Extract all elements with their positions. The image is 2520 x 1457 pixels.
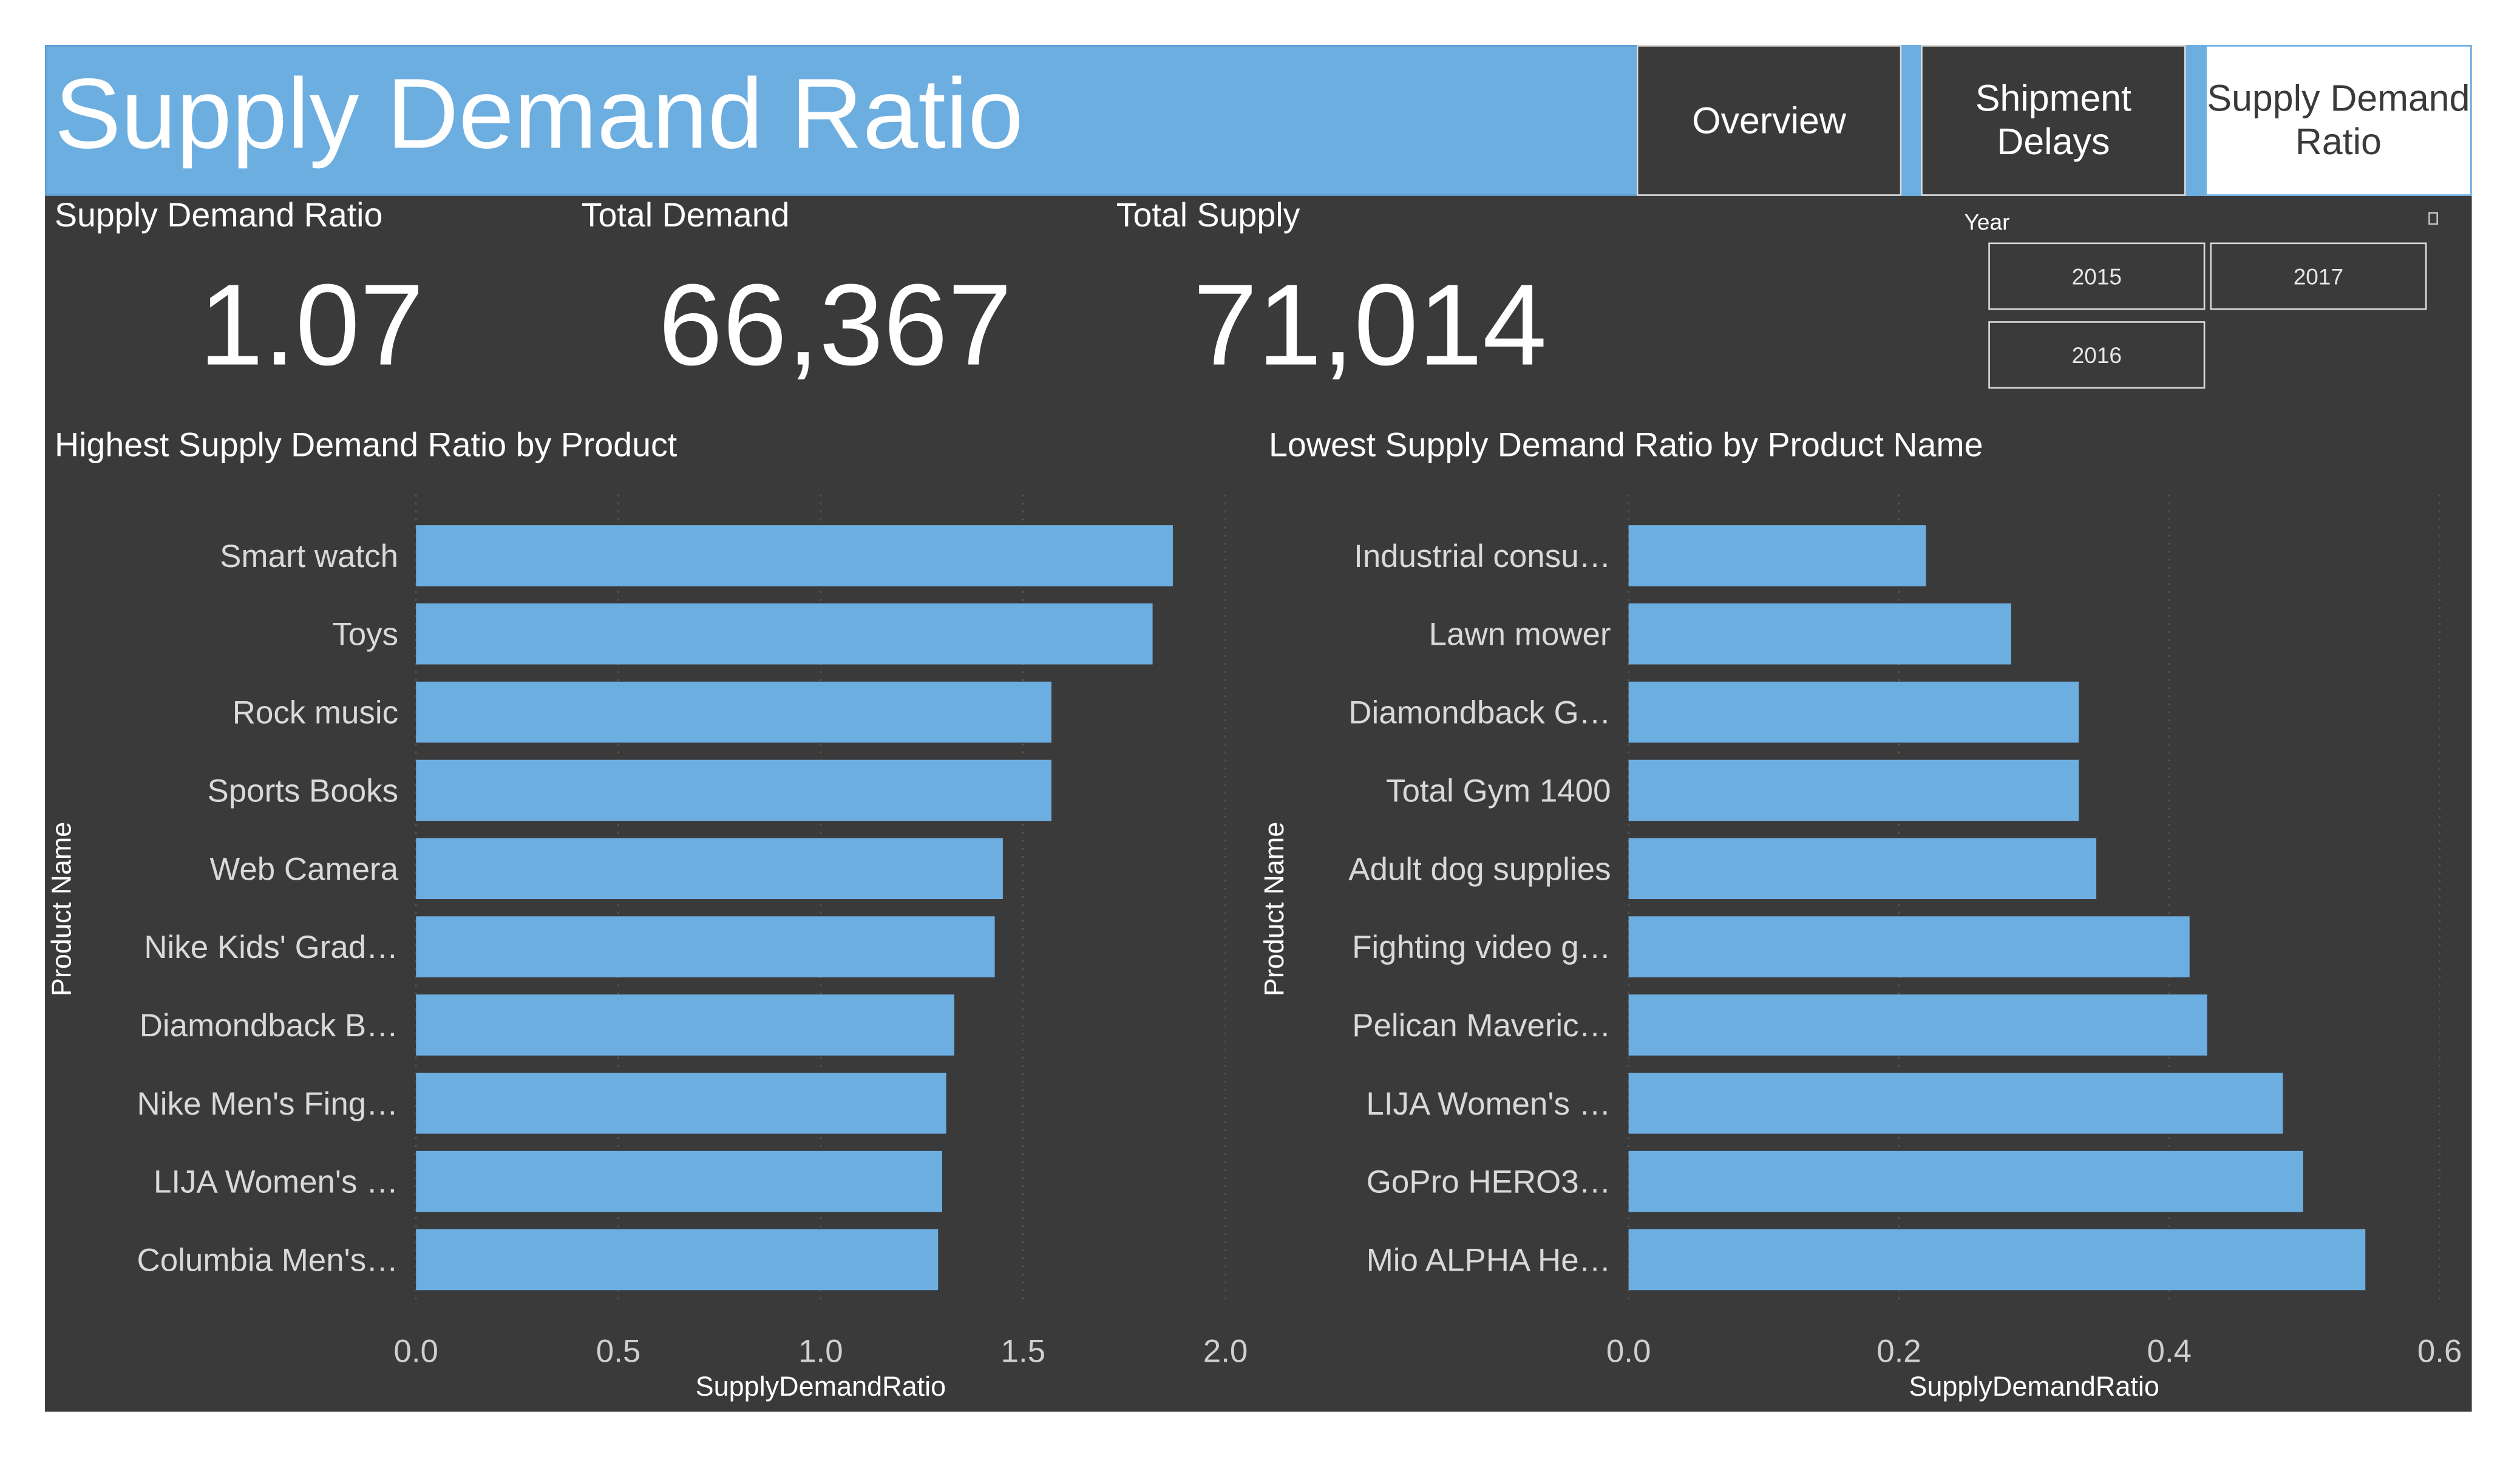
category-label: Fighting video g… (1352, 929, 1611, 965)
x-tick-label: 0.2 (1876, 1333, 1921, 1369)
x-tick-label: 0.0 (1606, 1333, 1651, 1369)
bar (1628, 838, 2097, 900)
bar (1628, 1150, 2303, 1212)
bar (1628, 759, 2079, 821)
x-tick-label: 0.4 (2147, 1333, 2192, 1369)
y-axis-title: Product Name (1258, 822, 1289, 996)
x-tick-label: 0.6 (2417, 1333, 2462, 1369)
category-label: Mio ALPHA He… (1367, 1242, 1611, 1278)
category-label: Adult dog supplies (1348, 851, 1611, 887)
category-label: LIJA Women's … (1366, 1086, 1611, 1122)
bar (1628, 1229, 2366, 1291)
category-label: Industrial consu… (1354, 538, 1611, 574)
category-label: Lawn mower (1429, 617, 1611, 653)
dashboard-canvas: Supply Demand Ratio Overview Shipment De… (0, 0, 2520, 1449)
bar (1628, 994, 2207, 1056)
category-label: Total Gym 1400 (1386, 773, 1611, 809)
bar (1628, 1072, 2283, 1134)
bar (1628, 916, 2190, 977)
bar (1628, 603, 2011, 665)
category-label: Pelican Maveric… (1352, 1008, 1611, 1044)
lowest-ratio-bar-chart: 0.0 0.2 0.4 0.6 Industrial consu… Lawn mower D… (1258, 494, 2462, 1402)
x-axis-title: SupplyDemandRatio (1909, 1371, 2159, 1402)
bar (1628, 681, 2079, 743)
category-label: GoPro HERO3… (1367, 1164, 1611, 1200)
category-label: Diamondback G… (1348, 695, 1611, 731)
bar (1628, 525, 1926, 586)
